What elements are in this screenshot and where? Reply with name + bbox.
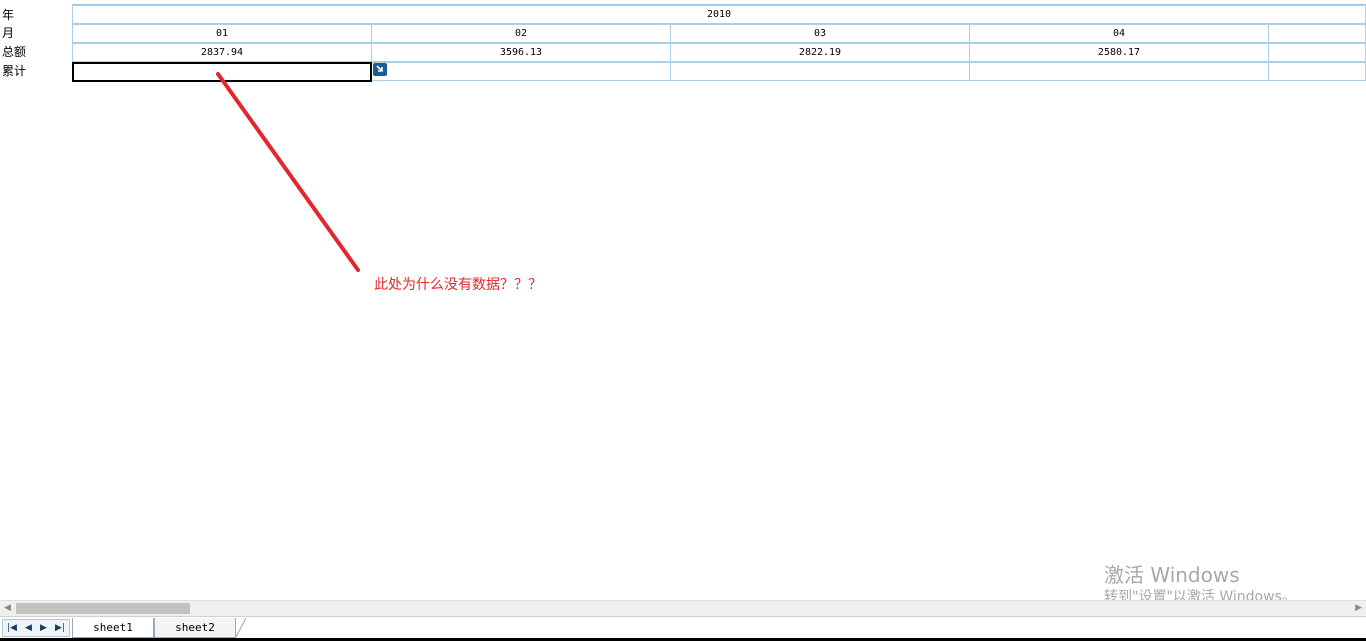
first-sheet-icon[interactable]: |◀ bbox=[7, 623, 17, 633]
annotation-arrow bbox=[216, 72, 360, 272]
tab-sheet2[interactable]: sheet2 bbox=[154, 618, 236, 638]
scroll-left-icon[interactable]: ◀ bbox=[4, 603, 11, 613]
tab-sheet1[interactable]: sheet1 bbox=[72, 618, 154, 638]
scroll-right-icon[interactable]: ▶ bbox=[1355, 603, 1362, 613]
tab-edge-divider bbox=[236, 617, 247, 638]
last-sheet-icon[interactable]: ▶| bbox=[55, 623, 65, 633]
prev-sheet-icon[interactable]: ◀ bbox=[25, 623, 32, 633]
activation-watermark-title: 激活 Windows bbox=[1104, 563, 1240, 587]
annotation-text: 此处为什么没有数据？？？ bbox=[374, 277, 542, 293]
next-sheet-icon[interactable]: ▶ bbox=[40, 623, 47, 633]
sheet-navigation: |◀ ◀ ▶ ▶| bbox=[2, 619, 70, 637]
horizontal-scrollbar[interactable]: ◀ ▶ bbox=[0, 600, 1366, 616]
scrollbar-thumb[interactable] bbox=[16, 603, 190, 614]
